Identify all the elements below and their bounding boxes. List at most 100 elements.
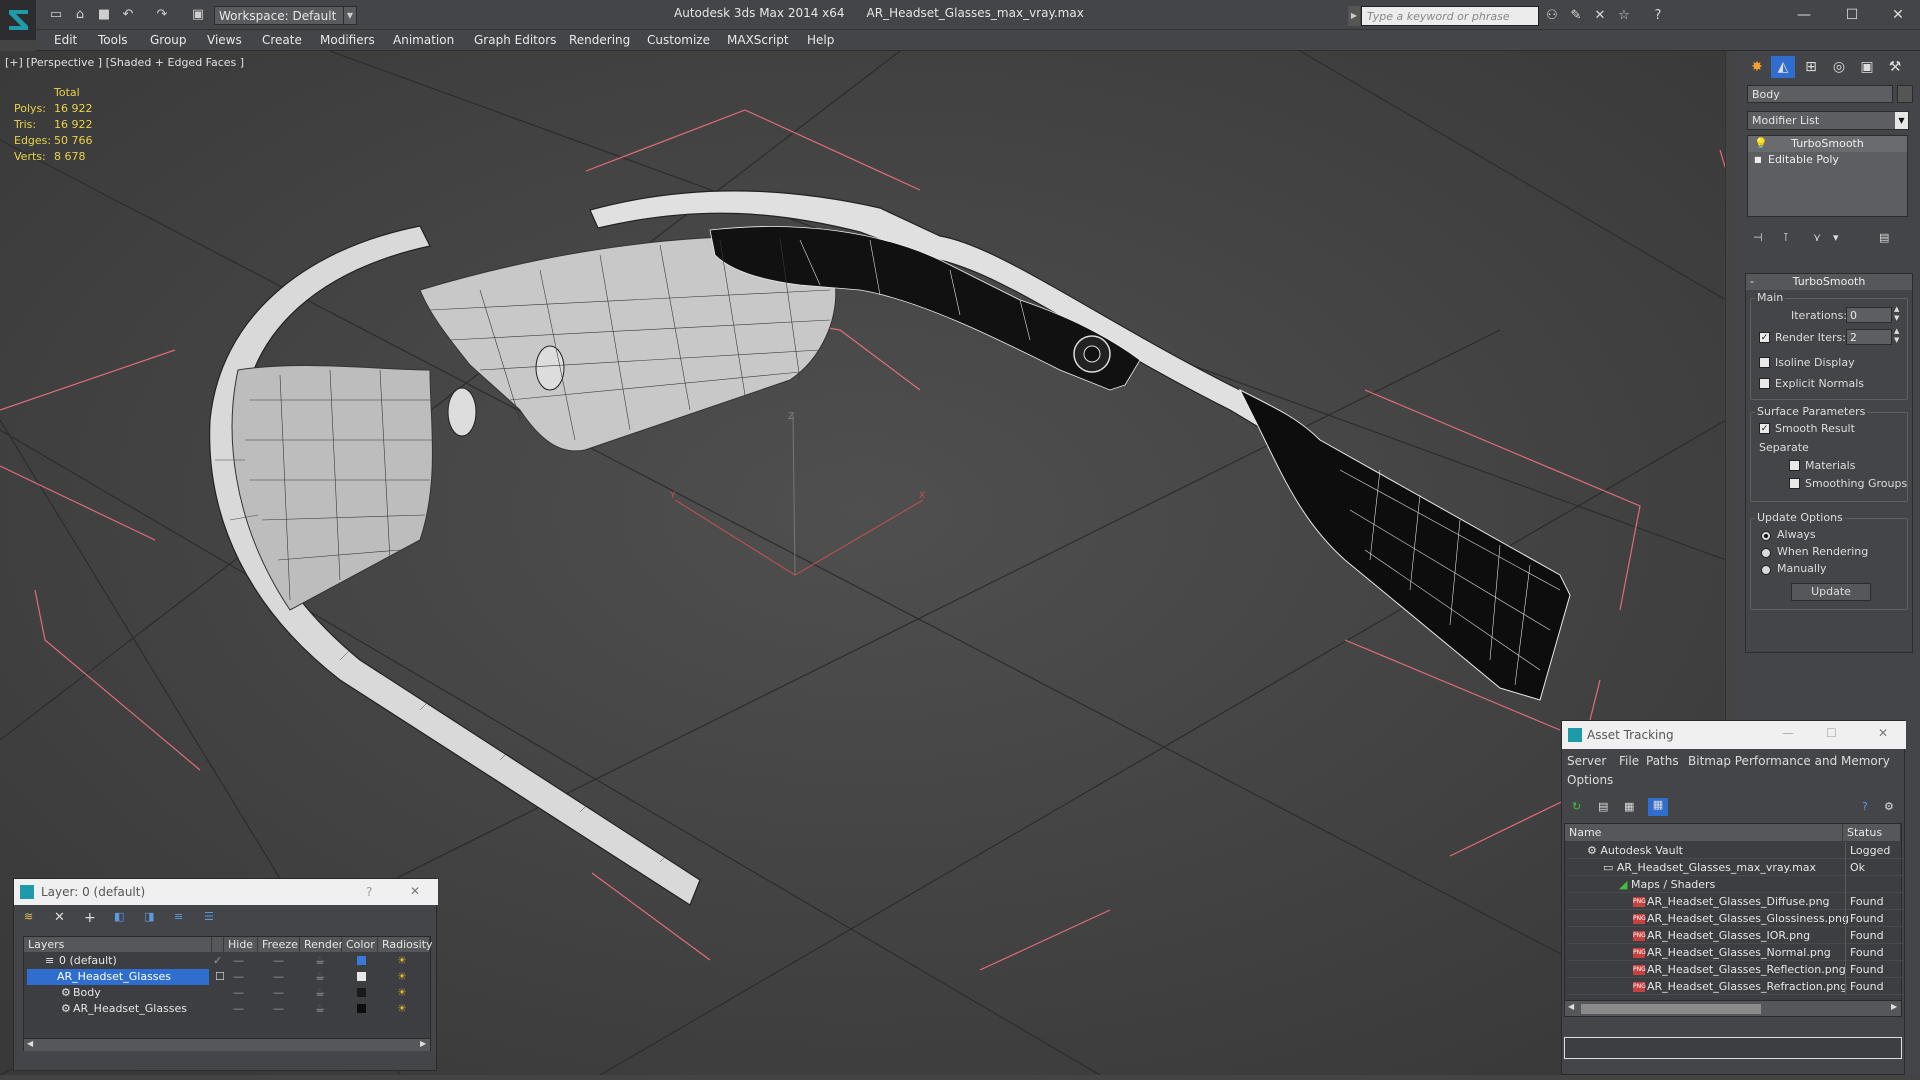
- modifier-stack[interactable]: 💡 TurboSmooth ■ Editable Poly: [1747, 135, 1908, 217]
- object-color-swatch[interactable]: [1897, 85, 1913, 103]
- scrollbar-thumb[interactable]: [1581, 1004, 1761, 1014]
- menu-server[interactable]: Server: [1567, 754, 1606, 768]
- layer-manager-icon[interactable]: ≋: [24, 910, 33, 923]
- layer-row[interactable]: ⚙ AR_Headset_Glasses — — ☕ ☀: [25, 1001, 425, 1017]
- layer-name[interactable]: Body: [71, 985, 101, 1001]
- render-teapot-icon[interactable]: ☕: [315, 969, 325, 985]
- project-folder-icon[interactable]: ▣: [190, 7, 206, 23]
- asset-row[interactable]: ▭ AR_Headset_Glasses_max_vray.max Ok: [1567, 859, 1903, 876]
- col-render[interactable]: Render: [300, 937, 343, 952]
- render-teapot-icon[interactable]: ☕: [315, 1001, 325, 1017]
- modify-tab-icon[interactable]: ◭: [1771, 56, 1795, 78]
- freeze-toggle[interactable]: —: [273, 1001, 284, 1017]
- menu-bitmap-performance[interactable]: Bitmap Performance and Memory: [1688, 754, 1890, 768]
- spinner-arrows-icon[interactable]: ▲ ▼: [1894, 327, 1899, 345]
- layer-row[interactable]: ⚙ Body — — ☕ ☀: [25, 985, 425, 1001]
- render-iters-checkbox[interactable]: ✓: [1759, 332, 1770, 343]
- menu-create[interactable]: Create: [262, 33, 302, 47]
- rollout-header[interactable]: - TurboSmooth: [1746, 274, 1912, 290]
- add-to-layer-icon[interactable]: +: [84, 910, 96, 926]
- close-icon[interactable]: ✕: [1878, 726, 1888, 740]
- hide-toggle[interactable]: —: [233, 985, 244, 1001]
- menu-maxscript[interactable]: MAXScript: [727, 33, 789, 47]
- object-name-field[interactable]: Body: [1747, 85, 1893, 103]
- subscription-icon[interactable]: ✎: [1568, 8, 1584, 24]
- explicit-normals-checkbox[interactable]: [1759, 378, 1770, 389]
- help-icon[interactable]: ?: [1862, 800, 1868, 813]
- col-hide[interactable]: Hide: [224, 937, 258, 952]
- freeze-toggle[interactable]: —: [273, 953, 284, 969]
- menu-file[interactable]: File: [1619, 754, 1639, 768]
- workspace-dropdown[interactable]: Workspace: Default: [214, 6, 344, 25]
- stack-item-turbosmooth[interactable]: 💡 TurboSmooth: [1748, 136, 1907, 152]
- spinner-arrows-icon[interactable]: ▲ ▼: [1894, 305, 1899, 323]
- active-layer-check-icon[interactable]: ✓: [213, 953, 222, 969]
- menu-animation[interactable]: Animation: [393, 33, 454, 47]
- render-teapot-icon[interactable]: ☕: [315, 953, 325, 969]
- scroll-left-icon[interactable]: ◀: [1568, 1002, 1574, 1011]
- close-icon[interactable]: ✕: [410, 884, 420, 898]
- redo-icon[interactable]: ↷: [154, 7, 170, 23]
- asset-row[interactable]: PNGAR_Headset_Glasses_IOR.png Found: [1567, 927, 1903, 944]
- col-name[interactable]: Name: [1565, 824, 1843, 841]
- radiosity-icon[interactable]: ☀: [397, 953, 407, 969]
- motion-tab-icon[interactable]: ◎: [1827, 56, 1851, 78]
- layer-dialog-titlebar[interactable]: Layer: 0 (default) ? ✕: [14, 879, 438, 905]
- menu-modifiers[interactable]: Modifiers: [320, 33, 375, 47]
- highlight-layer-icon[interactable]: ◨: [144, 910, 154, 923]
- help-icon[interactable]: ?: [366, 885, 372, 899]
- hide-all-icon[interactable]: ≡: [174, 910, 183, 923]
- lightbulb-icon[interactable]: 💡: [1754, 136, 1768, 152]
- make-unique-icon[interactable]: ⋎: [1813, 231, 1821, 244]
- manually-radio[interactable]: [1761, 565, 1771, 575]
- layer-name[interactable]: AR_Headset_Glasses: [71, 1001, 187, 1017]
- search-expand-icon[interactable]: ▶: [1348, 6, 1360, 26]
- app-logo-button[interactable]: [0, 0, 36, 40]
- col-layers[interactable]: Layers: [24, 937, 212, 952]
- refresh-icon[interactable]: ↻: [1572, 800, 1581, 813]
- when-rendering-radio[interactable]: [1761, 548, 1771, 558]
- menu-group[interactable]: Group: [150, 33, 187, 47]
- delete-layer-icon[interactable]: ✕: [54, 910, 65, 925]
- menu-paths[interactable]: Paths: [1646, 754, 1679, 768]
- utilities-tab-icon[interactable]: ⚒: [1883, 56, 1907, 78]
- save-file-icon[interactable]: ■: [96, 7, 112, 23]
- always-radio[interactable]: [1761, 531, 1771, 541]
- viewport-label[interactable]: [+] [Perspective ] [Shaded + Edged Faces…: [5, 56, 244, 69]
- select-objects-icon[interactable]: ◧: [114, 910, 124, 923]
- create-tab-icon[interactable]: ✸: [1745, 56, 1769, 78]
- hierarchy-tab-icon[interactable]: ⊞: [1799, 56, 1823, 78]
- hide-toggle[interactable]: —: [233, 953, 244, 969]
- freeze-toggle[interactable]: —: [273, 969, 284, 985]
- isoline-display-checkbox[interactable]: [1759, 357, 1770, 368]
- menu-rendering[interactable]: Rendering: [569, 33, 630, 47]
- communication-icon[interactable]: ✕: [1592, 8, 1608, 24]
- tree-view-icon[interactable]: ▦: [1624, 800, 1634, 813]
- help-icon[interactable]: ?: [1650, 8, 1666, 24]
- table-view-icon[interactable]: ▦: [1648, 798, 1668, 816]
- settings-icon[interactable]: ⚙: [1884, 800, 1894, 813]
- smoothing-groups-checkbox[interactable]: [1789, 478, 1800, 489]
- remove-modifier-icon[interactable]: ▾: [1833, 231, 1839, 244]
- minimize-icon[interactable]: —: [1782, 726, 1794, 740]
- new-file-icon[interactable]: ▭: [48, 7, 64, 23]
- col-freeze[interactable]: Freeze: [258, 937, 300, 952]
- smooth-result-checkbox[interactable]: ✓: [1759, 423, 1770, 434]
- asset-row[interactable]: PNGAR_Headset_Glasses_Normal.png Found: [1567, 944, 1903, 961]
- scroll-right-icon[interactable]: ▶: [1891, 1002, 1897, 1011]
- asset-row[interactable]: ⚙ Autodesk Vault Logged O: [1567, 842, 1903, 859]
- asset-path-field[interactable]: [1564, 1037, 1902, 1059]
- horizontal-scrollbar[interactable]: ◀ ▶: [24, 1038, 430, 1051]
- menu-options[interactable]: Options: [1567, 773, 1613, 787]
- asset-row[interactable]: PNGAR_Headset_Glasses_Refraction.png Foun…: [1567, 978, 1903, 995]
- menu-edit[interactable]: Edit: [54, 33, 77, 47]
- radiosity-icon[interactable]: ☀: [397, 1001, 407, 1017]
- menu-help[interactable]: Help: [807, 33, 834, 47]
- list-view-icon[interactable]: ▤: [1598, 800, 1608, 813]
- scroll-right-icon[interactable]: ▶: [420, 1039, 426, 1048]
- configure-sets-icon[interactable]: ▤: [1879, 231, 1889, 244]
- show-end-result-icon[interactable]: ⊺: [1783, 231, 1789, 244]
- iterations-spinner[interactable]: 0: [1846, 307, 1892, 323]
- layer-name[interactable]: 0 (default): [57, 953, 117, 969]
- maximize-icon[interactable]: ☐: [1830, 2, 1874, 28]
